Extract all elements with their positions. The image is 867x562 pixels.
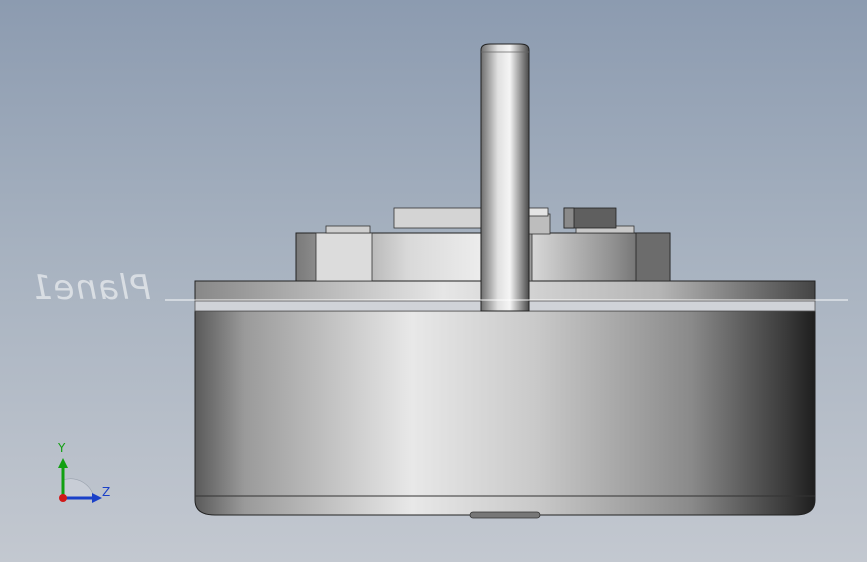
y-axis-label: Y [58,441,66,455]
plane-label: Plane1 [30,268,151,308]
output-shaft [480,43,530,312]
z-axis-label: Z [102,485,111,499]
motor-body [194,310,816,519]
graphics-viewport[interactable]: Plane1 Y Z [0,0,867,562]
